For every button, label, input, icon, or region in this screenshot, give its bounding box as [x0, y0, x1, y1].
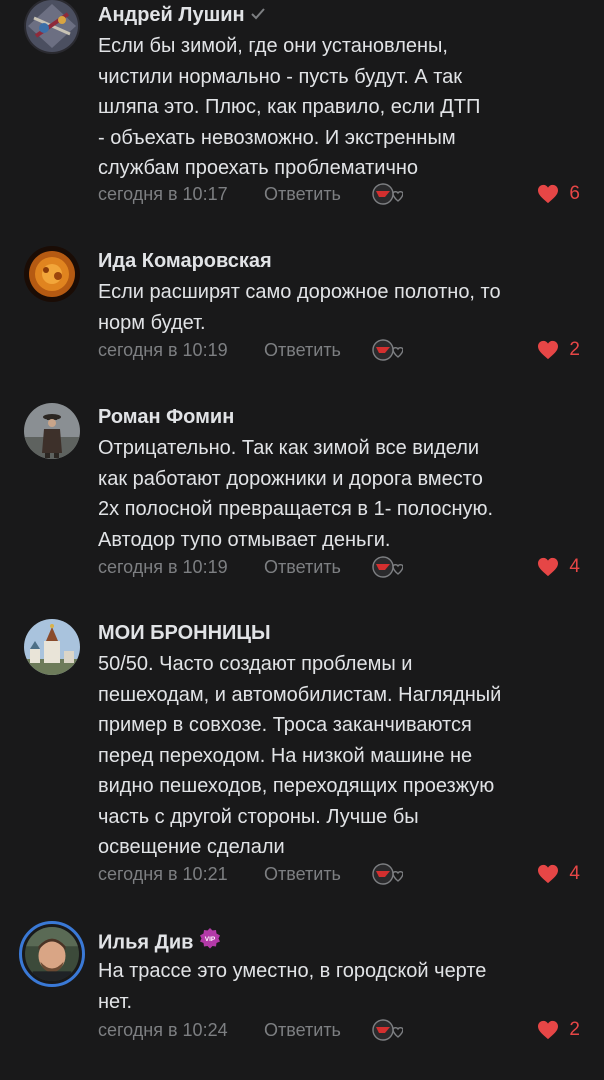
comment-author[interactable]: Роман Фомин: [98, 405, 234, 429]
comment-author[interactable]: МОИ БРОННИЦЫ: [98, 621, 271, 645]
heart-icon: [538, 557, 559, 577]
reply-button[interactable]: Ответить: [264, 553, 341, 581]
comment-text: Если расширят само дорожное полотно, то …: [98, 281, 501, 334]
avatar[interactable]: [24, 0, 80, 54]
comment-author[interactable]: Андрей Лушин: [98, 3, 265, 28]
vip-badge-icon: VIP: [199, 927, 221, 955]
reaction-icon[interactable]: [371, 181, 404, 207]
avatar[interactable]: [24, 246, 80, 302]
avatar[interactable]: [24, 403, 80, 459]
reaction-icon[interactable]: [371, 861, 404, 887]
like-count: 6: [569, 183, 580, 204]
heart-icon: [538, 184, 559, 204]
heart-icon: [538, 340, 559, 360]
like-button[interactable]: 2: [537, 336, 580, 364]
heart-icon: [538, 1020, 559, 1040]
comment-text: На трассе это уместно, в городской черте…: [98, 960, 487, 1013]
reaction-icon[interactable]: [371, 1017, 404, 1043]
like-button[interactable]: 2: [537, 1016, 580, 1044]
comment-meta: сегодня в 10:21 Ответить 4: [98, 860, 580, 888]
comment-time: сегодня в 10:17: [98, 184, 228, 204]
avatar[interactable]: [24, 619, 80, 675]
comment-text: Если бы зимой, где они установлены, чист…: [98, 35, 481, 179]
comment-text: Отрицательно. Так как зимой все видели к…: [98, 437, 494, 551]
comment-time: сегодня в 10:19: [98, 340, 228, 360]
like-button[interactable]: 4: [537, 860, 580, 888]
comment-meta: сегодня в 10:17 Ответить 6: [98, 180, 580, 208]
comment-meta: сегодня в 10:19 Ответить 2: [98, 336, 580, 364]
like-count: 4: [569, 556, 580, 577]
comment-text: 50/50. Часто создают проблемы и пешехода…: [98, 653, 502, 858]
reply-button[interactable]: Ответить: [264, 336, 341, 364]
reaction-icon[interactable]: [371, 554, 404, 580]
like-count: 2: [569, 339, 580, 360]
comment-meta: сегодня в 10:24 Ответить 2: [98, 1016, 580, 1044]
reaction-icon[interactable]: [371, 337, 404, 363]
like-count: 2: [569, 1019, 580, 1040]
like-button[interactable]: 6: [537, 180, 580, 208]
reply-button[interactable]: Ответить: [264, 860, 341, 888]
comment-time: сегодня в 10:21: [98, 864, 228, 884]
comment-time: сегодня в 10:24: [98, 1020, 228, 1040]
verified-check-icon: [250, 2, 265, 26]
like-count: 4: [569, 863, 580, 884]
comment-meta: сегодня в 10:19 Ответить 4: [98, 553, 580, 581]
reply-button[interactable]: Ответить: [264, 180, 341, 208]
comment-author[interactable]: Илья Див VIP: [98, 927, 221, 957]
like-button[interactable]: 4: [537, 553, 580, 581]
svg-text:VIP: VIP: [205, 936, 216, 943]
heart-icon: [538, 864, 559, 884]
avatar-with-story-ring[interactable]: [19, 921, 85, 987]
comment-time: сегодня в 10:19: [98, 557, 228, 577]
reply-button[interactable]: Ответить: [264, 1016, 341, 1044]
comment-author[interactable]: Ида Комаровская: [98, 249, 272, 273]
